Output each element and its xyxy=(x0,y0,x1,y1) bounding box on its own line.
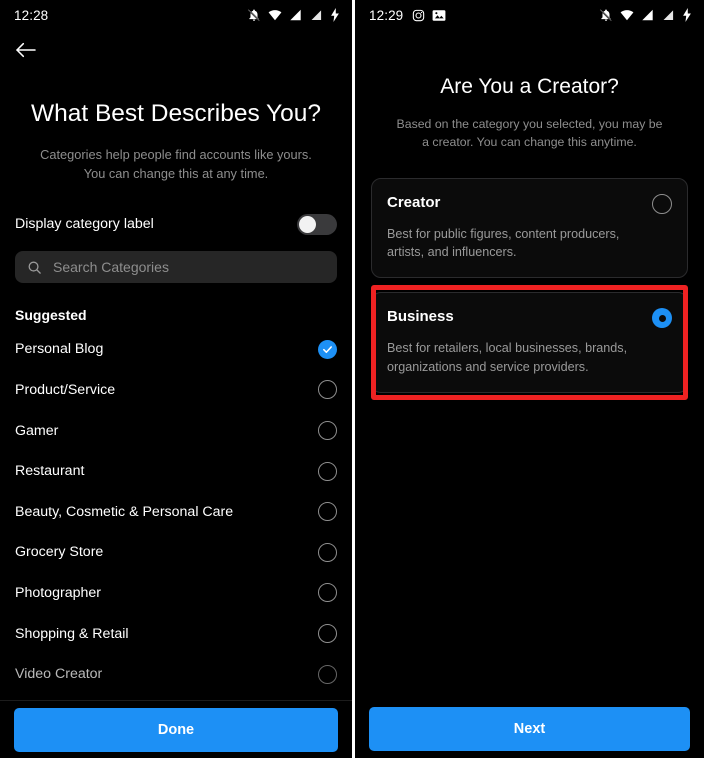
creator-card-header: Creator xyxy=(387,193,672,214)
category-list: Personal Blog Product/Service Gamer Rest… xyxy=(0,329,352,694)
status-notification-icons xyxy=(412,9,446,22)
category-row-photographer[interactable]: Photographer xyxy=(0,573,352,614)
battery-charging-icon xyxy=(331,8,339,22)
image-icon xyxy=(432,9,446,21)
business-option-wrapper: Business Best for retailers, local busin… xyxy=(371,285,688,400)
notifications-off-icon xyxy=(599,8,613,22)
signal-no-sim-icon: x xyxy=(311,10,322,20)
checkmark-icon[interactable] xyxy=(318,339,337,359)
notifications-off-icon xyxy=(247,8,261,22)
radio-unselected-icon[interactable] xyxy=(318,624,337,644)
status-time: 12:28 xyxy=(14,7,49,23)
radio-unselected-icon[interactable] xyxy=(318,461,337,481)
battery-charging-icon xyxy=(683,8,691,22)
creator-option-card[interactable]: Creator Best for public figures, content… xyxy=(371,177,688,279)
search-icon xyxy=(28,261,41,274)
business-option-title: Business xyxy=(387,308,454,326)
page-subtitle: Based on the category you selected, you … xyxy=(396,117,663,150)
category-row-personal-blog[interactable]: Personal Blog xyxy=(0,329,352,370)
page-title: What Best Describes You? xyxy=(30,100,322,127)
category-label: Restaurant xyxy=(15,463,85,480)
radio-inner-dot xyxy=(658,314,666,322)
done-button[interactable]: Done xyxy=(14,707,338,752)
wifi-icon xyxy=(620,10,634,21)
page-title: Are You a Creator? xyxy=(440,75,619,98)
status-right-icons: x xyxy=(599,8,692,22)
radio-unselected-icon[interactable] xyxy=(318,421,337,441)
display-category-label-row: Display category label xyxy=(0,211,352,237)
left-bottom-bar: Done xyxy=(0,700,352,758)
page-subtitle: Categories help people find accounts lik… xyxy=(40,147,312,181)
signal-icon xyxy=(290,9,301,21)
display-category-label-toggle[interactable] xyxy=(297,213,337,235)
radio-unselected-icon[interactable] xyxy=(318,583,337,603)
category-row-product-service[interactable]: Product/Service xyxy=(0,370,352,411)
category-label: Shopping & Retail xyxy=(15,625,129,642)
right-screen: 12:29 x Are You a Creator? Based on the … xyxy=(355,0,704,758)
signal-no-sim-icon: x xyxy=(663,10,674,20)
business-option-description: Best for retailers, local businesses, br… xyxy=(387,341,628,374)
wifi-icon xyxy=(268,10,282,21)
right-status-bar: 12:29 x xyxy=(355,0,704,30)
dual-screenshot-container: 12:28 x What Best Describes You? Categor… xyxy=(0,0,704,758)
right-bottom-bar: Next xyxy=(355,700,704,758)
category-row-restaurant[interactable]: Restaurant xyxy=(0,451,352,492)
signal-icon xyxy=(642,9,653,21)
status-time: 12:29 xyxy=(369,7,404,23)
category-row-video-creator[interactable]: Video Creator xyxy=(0,654,352,695)
creator-option-description: Best for public figures, content produce… xyxy=(387,226,620,260)
creator-option-title: Creator xyxy=(387,193,441,211)
category-label: Beauty, Cosmetic & Personal Care xyxy=(15,503,234,520)
left-status-bar: 12:28 x xyxy=(0,0,352,30)
category-row-grocery-store[interactable]: Grocery Store xyxy=(0,532,352,573)
display-category-label-text: Display category label xyxy=(15,216,154,233)
category-label: Photographer xyxy=(15,584,101,601)
radio-unselected-icon[interactable] xyxy=(318,542,337,562)
left-back-bar xyxy=(0,30,352,70)
category-label: Video Creator xyxy=(15,666,103,683)
section-header-suggested: Suggested xyxy=(15,307,87,324)
business-option-card[interactable]: Business Best for retailers, local busin… xyxy=(371,292,688,393)
category-row-beauty-cosmetic-personal-care[interactable]: Beauty, Cosmetic & Personal Care xyxy=(0,491,352,532)
category-label: Product/Service xyxy=(15,381,116,398)
toggle-knob xyxy=(299,215,316,233)
radio-unselected-icon[interactable] xyxy=(318,502,337,522)
account-type-options: Creator Best for public figures, content… xyxy=(355,177,704,400)
radio-unselected-icon[interactable] xyxy=(318,380,337,400)
category-row-gamer[interactable]: Gamer xyxy=(0,410,352,451)
back-arrow-icon[interactable] xyxy=(15,41,37,59)
radio-unselected-icon[interactable] xyxy=(318,664,337,684)
category-label: Grocery Store xyxy=(15,544,104,561)
search-categories-field[interactable]: Search Categories xyxy=(15,251,337,284)
creator-option-wrapper: Creator Best for public figures, content… xyxy=(371,177,688,279)
instagram-icon xyxy=(413,9,425,21)
category-label: Personal Blog xyxy=(15,341,104,358)
category-label: Gamer xyxy=(15,422,59,439)
search-placeholder: Search Categories xyxy=(53,259,169,276)
left-screen: 12:28 x What Best Describes You? Categor… xyxy=(0,0,352,758)
category-row-shopping-retail[interactable]: Shopping & Retail xyxy=(0,613,352,654)
next-button[interactable]: Next xyxy=(369,707,690,751)
status-right-icons: x xyxy=(247,8,340,22)
business-card-header: Business xyxy=(387,308,672,329)
radio-unselected-icon[interactable] xyxy=(652,193,672,214)
radio-selected-icon[interactable] xyxy=(652,308,672,329)
